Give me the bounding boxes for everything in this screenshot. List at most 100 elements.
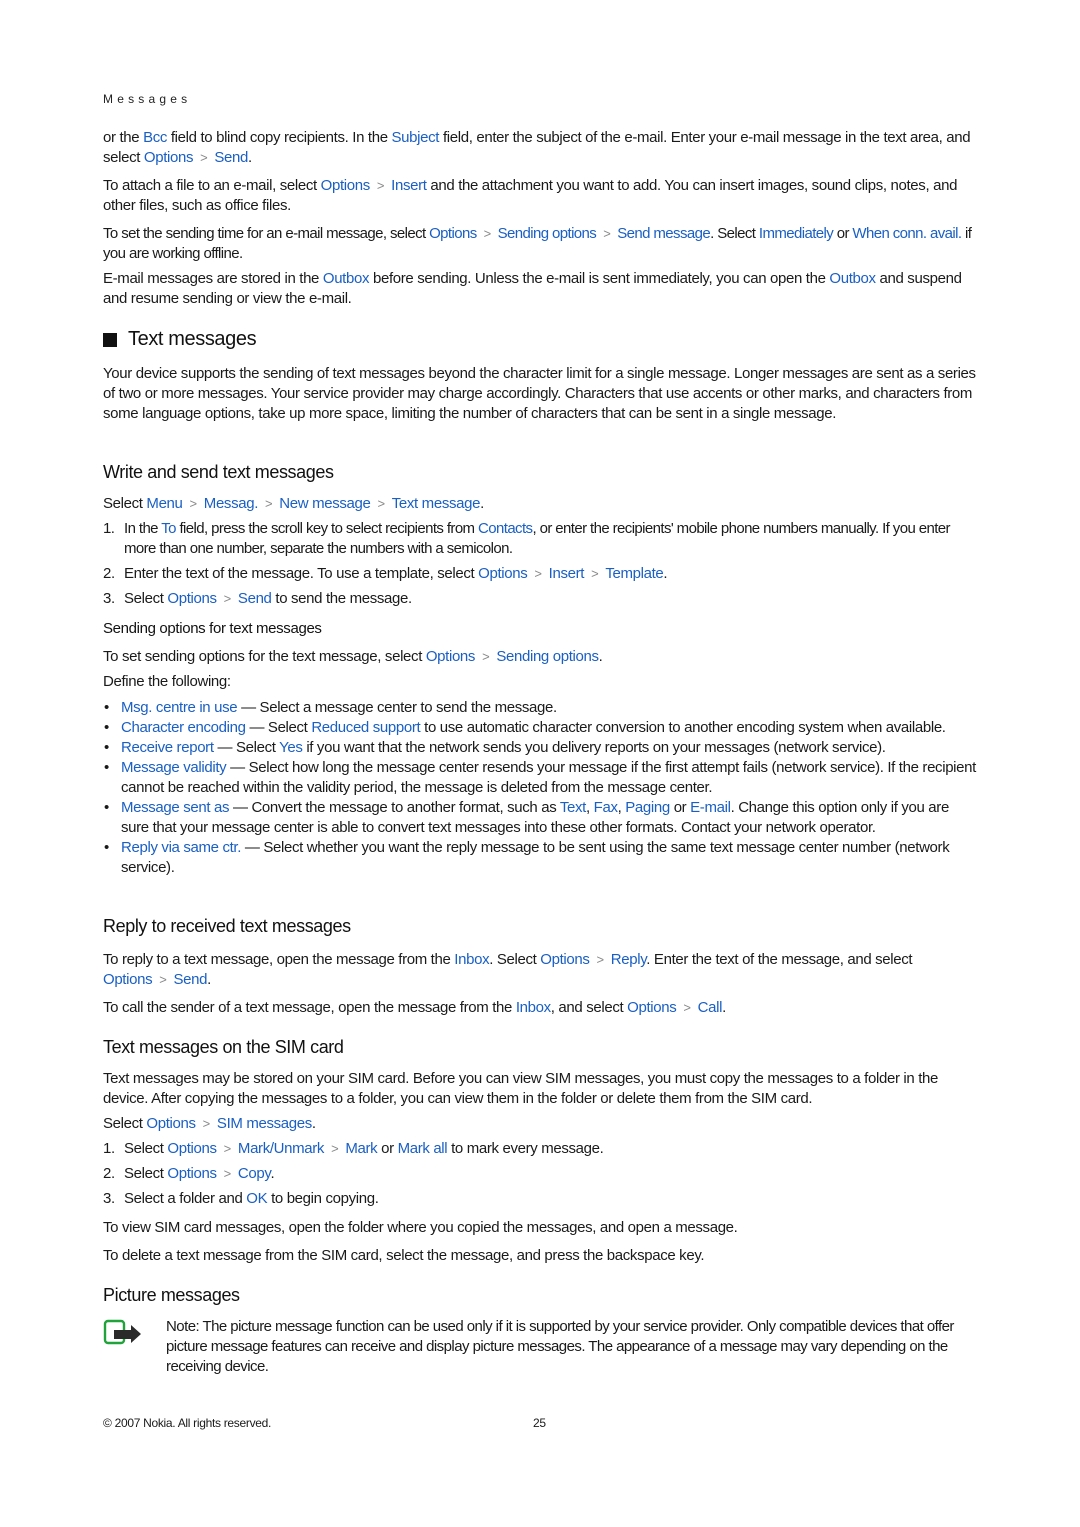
section-text-messages: Text messages — [103, 328, 979, 351]
note-hand-icon — [103, 1319, 141, 1345]
chevron-right-icon: > — [331, 1141, 339, 1156]
chevron-right-icon: > — [483, 226, 492, 241]
chevron-right-icon: > — [534, 566, 542, 581]
list-item: • Receive report — Select Yes if you want… — [103, 738, 979, 758]
subsection-title: Write and send text messages — [103, 462, 334, 482]
subsection-sending-options: Sending options for text messages — [103, 620, 979, 637]
paragraph-attach: To attach a file to an e-mail, select Op… — [103, 176, 979, 216]
text: . — [270, 1165, 275, 1182]
ui-term-inbox: Inbox — [454, 951, 490, 968]
ui-term-message-sent-as: Message sent as — [121, 799, 230, 816]
subsection-sim: Text messages on the SIM card — [103, 1037, 979, 1058]
chevron-right-icon: > — [223, 591, 232, 606]
text: To set sending options for the text mess… — [103, 648, 426, 665]
chevron-right-icon: > — [603, 226, 611, 241]
copyright: © 2007 Nokia. All rights reserved. — [103, 1416, 272, 1430]
sim-steps-list: 1. Select Options > Mark/Unmark > Mark or Mar… — [103, 1139, 979, 1209]
ui-term-reply-via-same-ctr: Reply via same ctr. — [121, 839, 242, 856]
subsection-write-send: Write and send text messages — [103, 462, 979, 483]
text: . — [598, 648, 603, 665]
ui-term-sim-messages: SIM messages — [216, 1115, 312, 1132]
ui-term-mark: Mark — [345, 1140, 378, 1157]
text: Select — [124, 1165, 168, 1182]
ui-term-send: Send — [214, 149, 249, 166]
text: To set the sending time for an e-mail me… — [103, 225, 430, 242]
text: To attach a file to an e-mail, select — [103, 177, 321, 194]
text: . Select — [489, 951, 541, 968]
list-item: • Character encoding — Select Reduced sup… — [103, 718, 979, 738]
text: to send the message. — [271, 590, 412, 607]
text: To call the sender of a text message, op… — [103, 999, 516, 1016]
reply-paragraph-1: To reply to a text message, open the mes… — [103, 950, 979, 990]
ui-term-sending-options: Sending options — [496, 648, 599, 665]
ui-term-menu: Menu — [146, 495, 183, 512]
ui-term-yes: Yes — [279, 739, 303, 756]
subsection-reply: Reply to received text messages — [103, 916, 979, 937]
ui-term-paging: Paging — [625, 799, 670, 816]
paragraph-intro: Your device supports the sending of text… — [103, 364, 979, 424]
ui-term-options: Options — [320, 177, 371, 194]
step-number: 2. — [103, 565, 115, 582]
chevron-right-icon: > — [202, 1116, 211, 1131]
text: — Select — [245, 719, 312, 736]
list-item: 2. Select Options > Copy. — [103, 1164, 979, 1184]
ui-term-send: Send — [173, 971, 208, 988]
text: , — [586, 799, 594, 816]
ui-term-inbox: Inbox — [515, 999, 551, 1016]
text: Your device supports the sending of text… — [103, 365, 976, 422]
ui-term-bcc: Bcc — [143, 129, 168, 146]
text: or the — [103, 129, 144, 146]
ui-term-fax: Fax — [593, 799, 618, 816]
note-box: Note: The picture message function can b… — [103, 1317, 979, 1377]
ui-term-options: Options — [146, 1115, 196, 1132]
text: . — [311, 1115, 316, 1132]
text: Enter the text of the message. To use a … — [124, 565, 479, 582]
text: . — [207, 971, 211, 988]
ui-term-receive-report: Receive report — [121, 739, 214, 756]
text: before sending. Unless the e-mail is sen… — [369, 270, 830, 287]
ui-term-insert: Insert — [548, 565, 585, 582]
define-following: Define the following: — [103, 672, 979, 692]
chevron-right-icon: > — [159, 972, 167, 987]
ui-term-options: Options — [167, 590, 217, 607]
text: to mark every message. — [447, 1140, 604, 1157]
text: . Enter the text of the message, and sel… — [646, 951, 913, 968]
section-title-text: Text messages — [128, 328, 257, 350]
ui-term-reply: Reply — [610, 951, 647, 968]
text: field, press the scroll key to select re… — [175, 520, 479, 537]
ui-term-options: Options — [429, 225, 477, 242]
bullet-icon: • — [104, 759, 109, 776]
list-item: • Message sent as — Convert the message t… — [103, 798, 979, 838]
ui-term-send: Send — [237, 590, 272, 607]
note-text: The picture message function can be used… — [166, 1318, 954, 1375]
text: — Select how long the message center res… — [121, 759, 976, 796]
text: — Select whether you want the reply mess… — [121, 839, 950, 876]
square-bullet-icon — [103, 332, 117, 347]
text: if you want that the network sends you d… — [302, 739, 886, 756]
text: — Select — [213, 739, 280, 756]
list-item: • Reply via same ctr. — Select whether yo… — [103, 838, 979, 878]
step-number: 3. — [103, 1190, 115, 1207]
ui-term-options: Options — [425, 648, 476, 665]
subsection-picture: Picture messages — [103, 1285, 979, 1306]
list-item: 1. Select Options > Mark/Unmark > Mark or Mar… — [103, 1139, 979, 1159]
ui-term-msg-centre: Msg. centre in use — [121, 699, 238, 716]
text: To reply to a text message, open the mes… — [103, 951, 455, 968]
ui-term-new-message: New message — [279, 495, 371, 512]
list-item: 3. Select Options > Send to send the messag… — [103, 589, 979, 609]
text: or — [377, 1140, 398, 1157]
sim-paragraph-2: To view SIM card messages, open the fold… — [103, 1218, 979, 1238]
text: , and select — [550, 999, 628, 1016]
text: Select — [124, 590, 168, 607]
list-item: 3. Select a folder and OK to begin copyin… — [103, 1189, 979, 1209]
step-number: 3. — [103, 590, 115, 607]
ui-term-text: Text — [559, 799, 587, 816]
chevron-right-icon: > — [377, 496, 386, 511]
ui-term-call: Call — [697, 999, 723, 1016]
paragraph-sending-time: To set the sending time for an e-mail me… — [103, 224, 979, 264]
sim-paragraph-3: To delete a text message from the SIM ca… — [103, 1246, 979, 1266]
text: field to blind copy recipients. In the — [167, 129, 392, 146]
section-title: Text messages — [103, 328, 979, 351]
ui-term-subject: Subject — [391, 129, 440, 146]
text: In the — [124, 520, 162, 537]
